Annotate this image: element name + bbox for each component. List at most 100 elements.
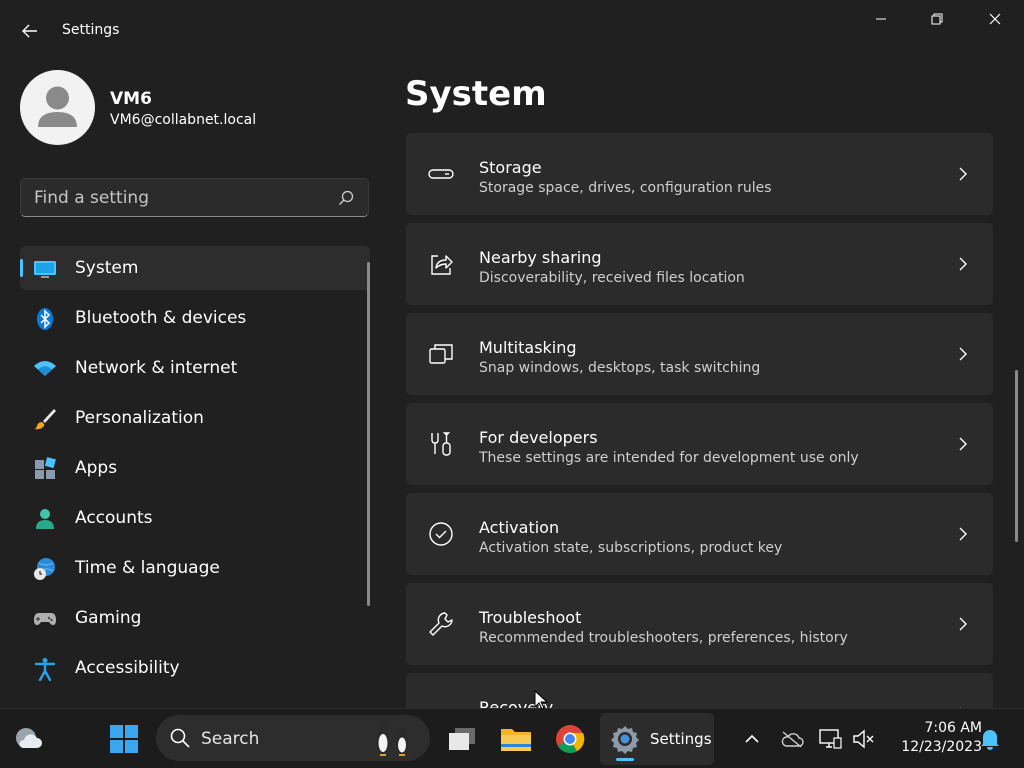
check-circle-icon xyxy=(429,522,453,546)
penguins-search-highlight-icon xyxy=(376,723,408,756)
chevron-right-icon xyxy=(959,617,967,631)
taskbar-search-label: Search xyxy=(201,729,260,749)
restore-icon xyxy=(931,13,943,25)
monitor-icon xyxy=(34,261,56,278)
sidebar-item-personalization[interactable]: Personalization xyxy=(20,396,370,440)
network-status-button[interactable] xyxy=(816,725,844,753)
sidebar-item-label: Accounts xyxy=(75,508,153,528)
taskbar-search[interactable]: Search xyxy=(156,715,430,761)
recovery-icon xyxy=(428,701,454,708)
sidebar-item-network[interactable]: Network & internet xyxy=(20,346,370,390)
onedrive-button[interactable] xyxy=(778,725,806,753)
chevron-right-icon xyxy=(959,257,967,271)
minimize-button[interactable] xyxy=(858,4,904,34)
search-input[interactable] xyxy=(21,179,321,216)
taskbar: Search Settings 7:06 AM 12/23/2023 xyxy=(0,708,1024,768)
task-view-button[interactable] xyxy=(440,717,484,761)
developer-tools-icon xyxy=(431,432,451,456)
profile-email: VM6@collabnet.local xyxy=(110,112,257,128)
windows-logo-icon xyxy=(110,725,138,753)
apps-icon xyxy=(35,457,56,479)
chrome-icon xyxy=(556,725,585,754)
content-scrollbar[interactable] xyxy=(1015,370,1018,542)
settings-list: Storage Storage space, drives, configura… xyxy=(405,132,995,708)
settings-card-activation[interactable]: Activation Activation state, subscriptio… xyxy=(406,493,993,575)
multitasking-icon xyxy=(429,344,453,364)
chevron-right-icon xyxy=(959,347,967,361)
volume-button[interactable] xyxy=(850,725,878,753)
card-subtitle: These settings are intended for developm… xyxy=(479,450,859,466)
bell-icon xyxy=(981,730,999,750)
gamepad-icon xyxy=(34,613,56,625)
chrome-button[interactable] xyxy=(548,717,592,761)
card-title: Storage xyxy=(479,158,542,177)
share-icon xyxy=(431,255,453,275)
settings-search-box[interactable] xyxy=(20,178,369,217)
close-button[interactable] xyxy=(972,4,1018,34)
sidebar-item-label: Gaming xyxy=(75,608,142,628)
storage-drive-icon xyxy=(428,169,454,179)
settings-card-for-developers[interactable]: For developers These settings are intend… xyxy=(406,403,993,485)
card-subtitle: Activation state, subscriptions, product… xyxy=(479,540,783,556)
restore-button[interactable] xyxy=(914,4,960,34)
volume-muted-icon xyxy=(853,729,874,749)
sidebar-item-label: Network & internet xyxy=(75,358,238,378)
chevron-right-icon xyxy=(959,527,967,541)
brush-icon xyxy=(34,409,56,430)
sidebar-item-gaming[interactable]: Gaming xyxy=(20,596,370,640)
search-icon[interactable] xyxy=(338,190,354,206)
chevron-right-icon xyxy=(959,437,967,451)
sidebar-item-label: Personalization xyxy=(75,408,204,428)
sidebar-item-apps[interactable]: Apps xyxy=(20,446,370,490)
sidebar-item-time-language[interactable]: Time & language xyxy=(20,546,370,590)
start-button[interactable] xyxy=(102,717,146,761)
clock[interactable]: 7:06 AM 12/23/2023 xyxy=(882,719,982,757)
weather-widget[interactable] xyxy=(10,723,46,755)
chevron-right-icon xyxy=(959,167,967,181)
card-title: Multitasking xyxy=(479,338,577,357)
sidebar-item-accounts[interactable]: Accounts xyxy=(20,496,370,540)
clock-time: 7:06 AM xyxy=(924,720,982,736)
sidebar-item-label: System xyxy=(75,258,139,278)
sidebar-item-system[interactable]: System xyxy=(20,246,370,290)
arrow-left-icon xyxy=(22,24,37,38)
gear-icon xyxy=(611,726,639,754)
page-title: System xyxy=(405,74,547,114)
settings-card-troubleshoot[interactable]: Troubleshoot Recommended troubleshooters… xyxy=(406,583,993,665)
card-subtitle: Recommended troubleshooters, preferences… xyxy=(479,630,848,646)
settings-card-recovery[interactable]: Recovery xyxy=(406,673,993,708)
card-title: Activation xyxy=(479,518,560,537)
notifications-button[interactable] xyxy=(976,723,1004,755)
sidebar-nav: System Bluetooth & devices Network & int… xyxy=(20,246,370,706)
weather-cloud-icon xyxy=(16,728,42,748)
card-subtitle: Storage space, drives, configuration rul… xyxy=(479,180,772,196)
back-button[interactable] xyxy=(14,16,46,46)
minimize-icon xyxy=(876,18,886,20)
wrench-icon xyxy=(429,612,453,636)
sidebar-item-label: Apps xyxy=(75,458,118,478)
settings-taskbar-label: Settings xyxy=(650,730,712,748)
network-icon xyxy=(819,729,842,749)
card-title: Troubleshoot xyxy=(479,608,582,627)
cloud-offline-icon xyxy=(781,731,804,748)
settings-card-multitasking[interactable]: Multitasking Snap windows, desktops, tas… xyxy=(406,313,993,395)
close-icon xyxy=(989,13,1001,25)
card-subtitle: Discoverability, received files location xyxy=(479,270,745,286)
card-subtitle: Snap windows, desktops, task switching xyxy=(479,360,761,376)
profile-name: VM6 xyxy=(110,89,152,109)
show-hidden-icons-button[interactable] xyxy=(738,725,766,753)
sidebar-item-label: Accessibility xyxy=(75,658,180,678)
sidebar-item-bluetooth[interactable]: Bluetooth & devices xyxy=(20,296,370,340)
settings-card-storage[interactable]: Storage Storage space, drives, configura… xyxy=(406,133,993,215)
app-title: Settings xyxy=(62,22,120,38)
bluetooth-icon xyxy=(37,308,53,330)
sidebar-item-accessibility[interactable]: Accessibility xyxy=(20,646,370,690)
wifi-icon xyxy=(34,361,56,376)
file-explorer-button[interactable] xyxy=(494,717,538,761)
sidebar-scrollbar[interactable] xyxy=(367,262,370,606)
chevron-up-icon xyxy=(745,734,759,743)
settings-card-nearby-sharing[interactable]: Nearby sharing Discoverability, received… xyxy=(406,223,993,305)
user-profile[interactable]: VM6 VM6@collabnet.local xyxy=(20,70,380,146)
card-title: Nearby sharing xyxy=(479,248,602,267)
globe-clock-icon xyxy=(34,558,55,580)
